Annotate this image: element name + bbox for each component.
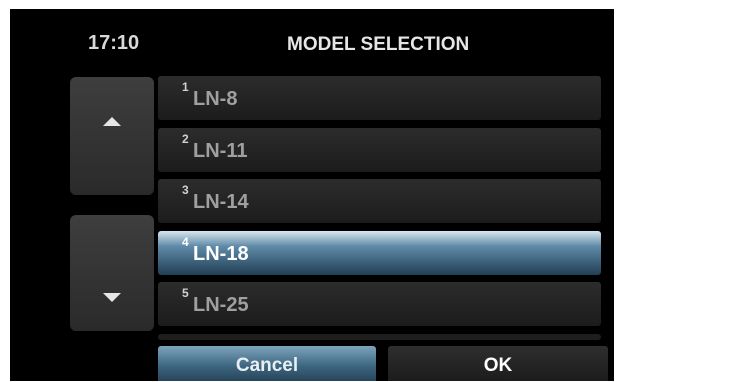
model-item-4[interactable]: 4 LN-18 xyxy=(158,230,601,275)
cancel-button[interactable]: Cancel xyxy=(158,346,376,381)
model-label: LN-25 xyxy=(193,294,249,316)
scroll-up-button[interactable] xyxy=(70,77,154,195)
model-list: 1 LN-8 2 LN-11 3 LN-14 4 LN-18 5 LN-25 xyxy=(158,76,601,334)
model-item-1[interactable]: 1 LN-8 xyxy=(158,76,601,120)
model-number: 2 xyxy=(182,131,189,146)
device-screen: 17:10 MODEL SELECTION 1 LN-8 2 LN-11 3 L… xyxy=(10,9,614,381)
triangle-up-icon xyxy=(103,117,121,126)
scroll-down-button[interactable] xyxy=(70,215,154,331)
model-label: LN-8 xyxy=(193,88,238,110)
model-label: LN-14 xyxy=(193,191,249,213)
clock: 17:10 xyxy=(88,32,140,54)
model-label: LN-18 xyxy=(193,242,249,265)
triangle-down-icon xyxy=(103,293,121,302)
next-item-peek xyxy=(158,334,601,340)
model-item-3[interactable]: 3 LN-14 xyxy=(158,179,601,223)
ok-button[interactable]: OK xyxy=(388,346,608,381)
model-number: 1 xyxy=(182,80,189,94)
model-number: 3 xyxy=(182,183,189,197)
model-number: 5 xyxy=(182,286,189,300)
model-item-2[interactable]: 2 LN-11 xyxy=(158,127,601,172)
page-title: MODEL SELECTION xyxy=(287,34,470,55)
model-item-5[interactable]: 5 LN-25 xyxy=(158,282,601,326)
model-number: 4 xyxy=(182,234,189,249)
model-label: LN-11 xyxy=(193,139,248,162)
